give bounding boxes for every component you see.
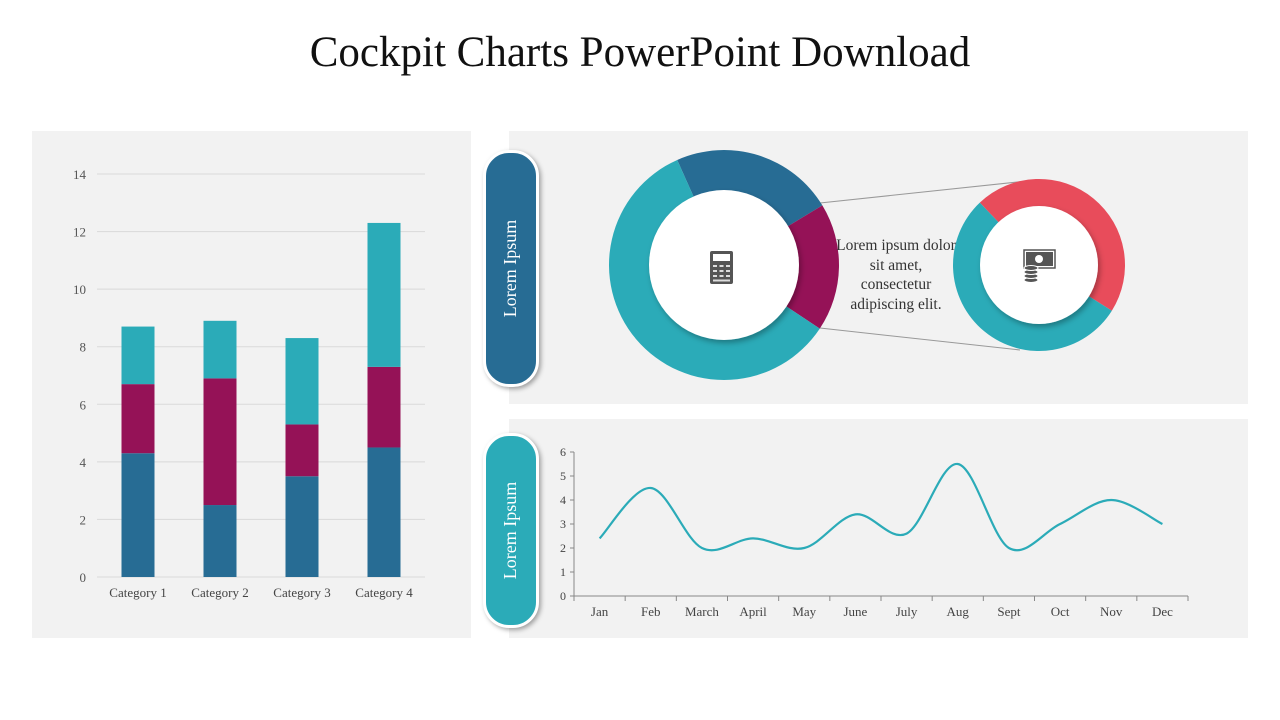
x-tick-label: Jan: [591, 604, 609, 619]
x-tick-label: Sept: [997, 604, 1021, 619]
y-tick-label: 6: [80, 397, 87, 412]
bar-segment: [367, 447, 401, 577]
y-tick-label: 4: [80, 455, 87, 470]
y-tick-label: 10: [73, 282, 86, 297]
bar-segment: [367, 366, 401, 448]
bar-segment: [121, 326, 155, 385]
line-series: [598, 462, 1163, 552]
bar-segment: [203, 505, 237, 577]
x-tick-label: Oct: [1051, 604, 1070, 619]
y-tick-label: 4: [560, 493, 566, 507]
bar-segment: [121, 384, 155, 454]
y-tick-label: 12: [73, 225, 86, 240]
y-tick-label: 0: [80, 570, 87, 585]
y-tick-label: 5: [560, 469, 566, 483]
x-tick-label: Category 1: [109, 585, 166, 600]
bar-segment: [367, 222, 401, 367]
bar-segment: [285, 476, 319, 577]
bar-segment: [285, 338, 319, 425]
x-tick-label: Category 4: [355, 585, 413, 600]
x-tick-label: Aug: [947, 604, 970, 619]
y-tick-label: 3: [560, 517, 566, 531]
y-tick-label: 1: [560, 565, 566, 579]
y-tick-label: 14: [73, 167, 87, 182]
description-text: Lorem ipsum dolor sit amet, consectetur …: [836, 237, 956, 313]
x-tick-label: Feb: [641, 604, 661, 619]
y-tick-label: 2: [80, 512, 87, 527]
charts-canvas: 02468101214Category 1 Category 2 Category …: [73, 150, 1189, 619]
bar-segment: [203, 320, 237, 379]
x-tick-label: March: [685, 604, 719, 619]
x-tick-label: July: [896, 604, 918, 619]
x-tick-label: April: [739, 604, 767, 619]
bar-segment: [285, 424, 319, 477]
x-tick-label: Category 2: [191, 585, 248, 600]
x-tick-label: Category 3: [273, 585, 330, 600]
calculator-icon: [710, 251, 733, 284]
x-tick-label: Nov: [1100, 604, 1123, 619]
bar-segment: [203, 378, 237, 506]
y-tick-label: 6: [560, 445, 566, 459]
y-tick-label: 8: [80, 340, 87, 355]
y-tick-label: 0: [560, 589, 566, 603]
x-tick-label: May: [792, 604, 816, 619]
y-tick-label: 2: [560, 541, 566, 555]
x-tick-label: Dec: [1152, 604, 1173, 619]
bar-segment: [121, 453, 155, 577]
x-tick-label: June: [843, 604, 867, 619]
